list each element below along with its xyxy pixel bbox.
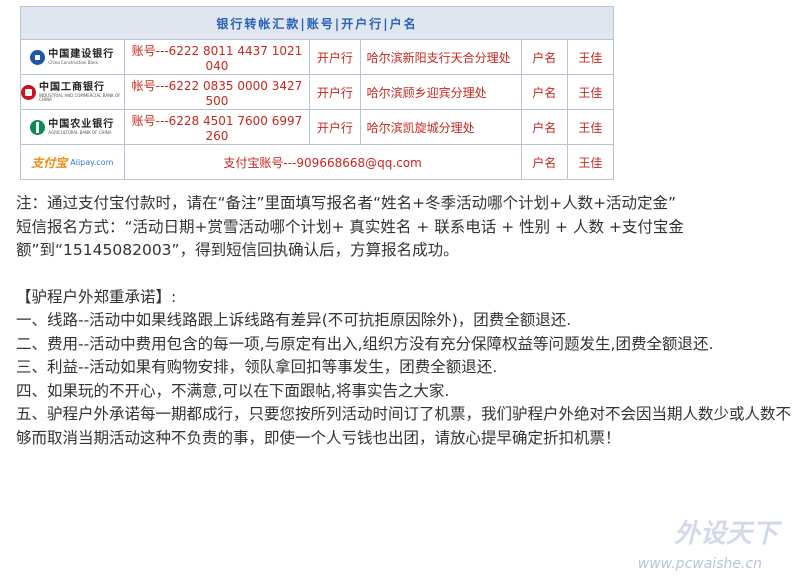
table-row-abc: 中国农业银行 AGRICULTURAL BANK OF CHINA 账号---6… — [20, 109, 615, 145]
bank-label: 开户行 — [309, 39, 361, 75]
account-number: 账号---6228 4501 7600 6997 260 — [123, 109, 311, 145]
alipay-logo-icon: 支付宝 Alipay.com — [21, 154, 124, 171]
name-label: 户名 — [520, 39, 568, 75]
bank-logo-cell: 中国建设银行 China Construction Bank — [20, 39, 125, 75]
alipay-note: 注：通过支付宝付款时，请在“备注”里面填写报名者“姓名+冬季活动哪个计划+人数+… — [16, 194, 677, 212]
article-body: 注：通过支付宝付款时，请在“备注”里面填写报名者“姓名+冬季活动哪个计划+人数+… — [16, 192, 794, 450]
icbc-logo: 中国工商银行 INDUSTRIAL AND COMMERCIAL BANK OF… — [21, 81, 124, 102]
promise-item: 三、利益--活动如果有购物安排，领队拿回扣等事发生，团费全额退还. — [16, 358, 498, 376]
icbc-name-cn: 中国工商银行 — [39, 81, 105, 93]
table-header: 银行转帐汇款|账号|开户行|户名 — [20, 6, 614, 40]
table-row-icbc: 中国工商银行 INDUSTRIAL AND COMMERCIAL BANK OF… — [20, 74, 615, 110]
icbc-name-en: INDUSTRIAL AND COMMERCIAL BANK OF CHINA — [39, 92, 121, 102]
promise-item: 五、驴程户外承诺每一期都成行，只要您按所列活动时间订了机票，我们驴程户外绝对不会… — [16, 405, 792, 447]
abc-name-cn: 中国农业银行 — [48, 118, 115, 130]
bank-logo-cell: 中国工商银行 INDUSTRIAL AND COMMERCIAL BANK OF… — [20, 74, 125, 110]
watermark-brand: 外设天下 — [673, 519, 778, 549]
ccb-logo-icon — [30, 49, 46, 65]
account-holder: 王佳 — [566, 109, 615, 145]
table-row-alipay: 支付宝 Alipay.com 支付宝账号---909668668@qq.com … — [20, 144, 615, 180]
name-label: 户名 — [520, 109, 568, 145]
bank-label: 开户行 — [309, 109, 361, 145]
account-number: 帐号---6222 0835 0000 3427 500 — [123, 74, 311, 110]
bank-logo-cell: 中国农业银行 AGRICULTURAL BANK OF CHINA — [20, 109, 125, 145]
alipay-logo-cell: 支付宝 Alipay.com — [20, 144, 125, 180]
branch-name: 哈尔滨顾乡迎宾分理处 — [359, 74, 522, 110]
branch-name: 哈尔滨新阳支行天合分理处 — [359, 39, 522, 75]
bank-transfer-table: 银行转帐汇款|账号|开户行|户名 中国建设银行 China Constructi… — [20, 6, 615, 180]
abc-logo: 中国农业银行 AGRICULTURAL BANK OF CHINA — [21, 118, 124, 135]
promise-item: 四、如果玩的不开心，不满意,可以在下面跟帖,将事实告之大家. — [16, 381, 450, 400]
sms-note: 短信报名方式：“活动日期+赏雪活动哪个计划+ 真实姓名 + 联系电话 + 性别 … — [16, 217, 684, 260]
abc-name-en: AGRICULTURAL BANK OF CHINA — [48, 129, 112, 135]
promise-item: 二、费用--活动中费用包含的每一项,与原定有出入,组织方没有充分保障权益等问题发… — [16, 334, 714, 353]
promise-item: 一、线路--活动中如果线路跟上诉线路有差异(不可抗拒原因除外)，团费全额退还. — [16, 311, 572, 329]
account-holder: 王佳 — [566, 39, 615, 75]
ccb-name-cn: 中国建设银行 — [48, 48, 115, 60]
name-label: 户名 — [520, 144, 568, 180]
icbc-logo-icon — [21, 84, 36, 100]
name-label: 户名 — [520, 74, 568, 110]
ccb-logo: 中国建设银行 China Construction Bank — [21, 48, 124, 65]
table-row-ccb: 中国建设银行 China Construction Bank 账号---6222… — [20, 39, 615, 75]
account-holder: 王佳 — [566, 74, 615, 110]
abc-logo-icon — [30, 119, 46, 135]
account-holder: 王佳 — [566, 144, 615, 180]
alipay-name-cn: 支付宝 — [31, 155, 68, 170]
watermark-url: www.pcwaishe.cn — [637, 556, 762, 572]
promise-title: 【驴程户外郑重承诺】: — [16, 287, 177, 306]
alipay-account: 支付宝账号---909668668@qq.com — [123, 144, 522, 180]
ccb-name-en: China Construction Bank — [48, 59, 98, 65]
account-number: 账号---6222 8011 4437 1021 040 — [123, 39, 311, 75]
branch-name: 哈尔滨凯旋城分理处 — [359, 109, 522, 145]
alipay-name-en: Alipay.com — [70, 158, 114, 167]
bank-label: 开户行 — [309, 74, 361, 110]
